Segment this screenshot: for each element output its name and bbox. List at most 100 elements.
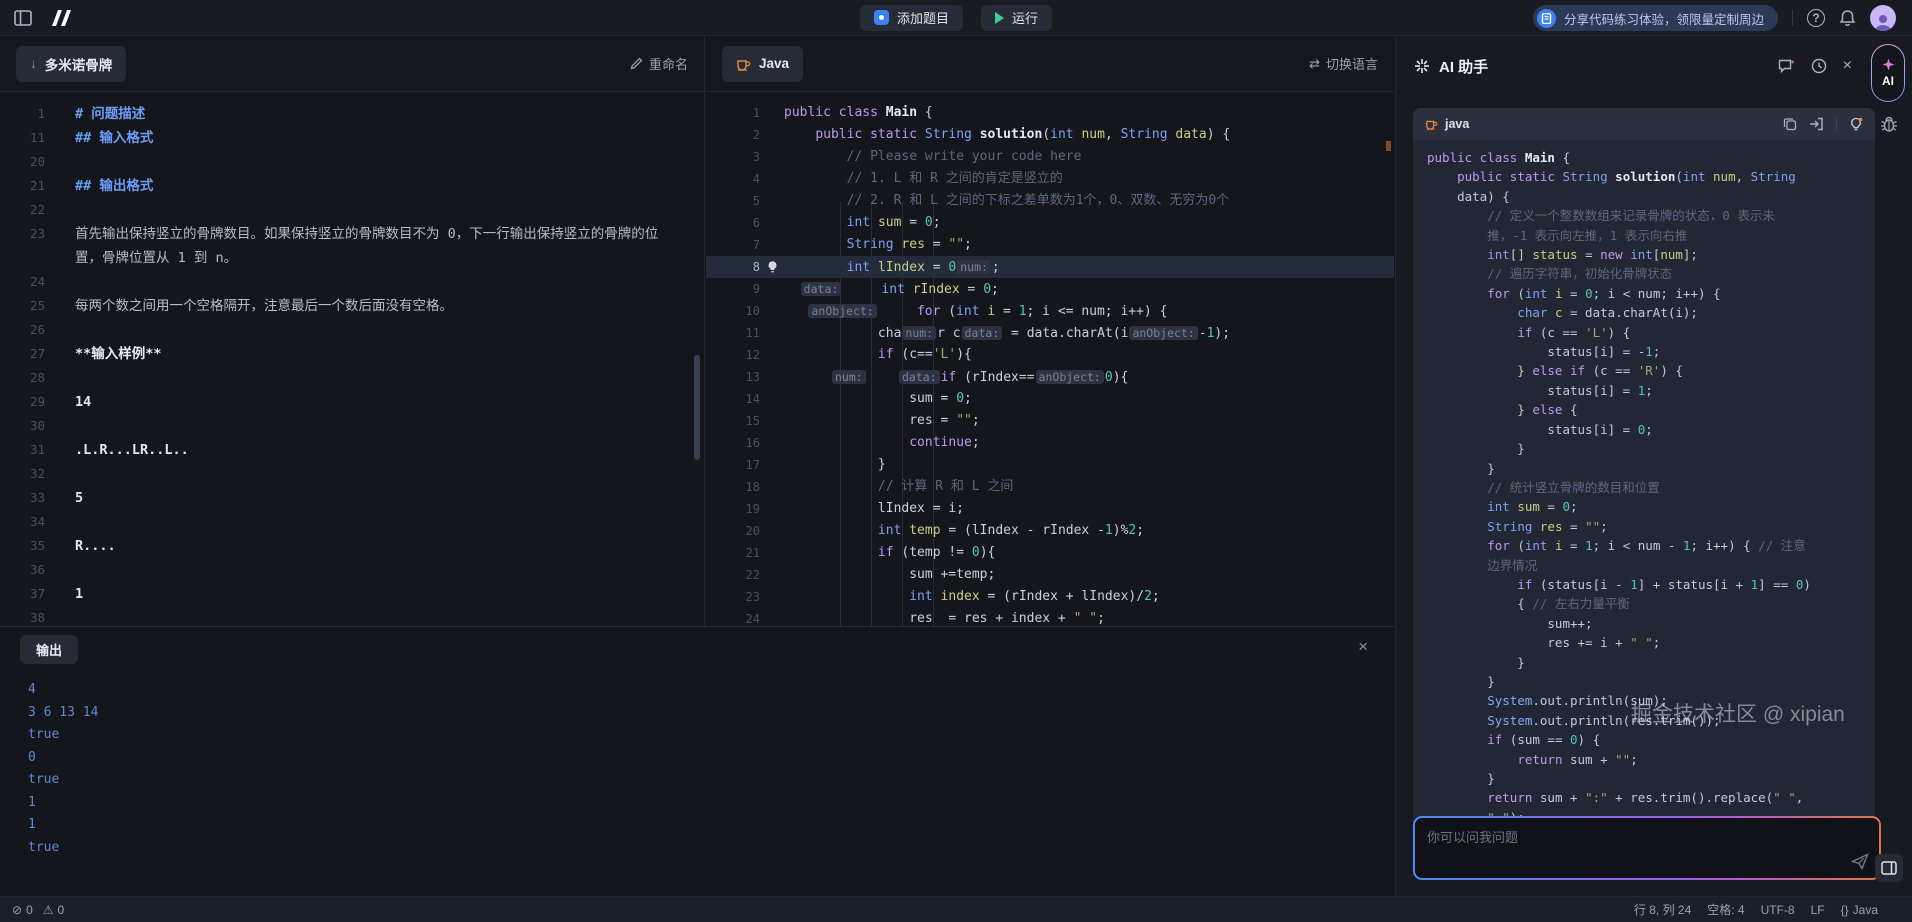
gutter — [760, 366, 784, 388]
md-line: 26 — [0, 318, 704, 342]
ai-code-line: } else if (c == 'R') { — [1427, 361, 1875, 380]
md-line: 22 — [0, 198, 704, 222]
code-line: 23 int index = (rIndex + lIndex)/2; — [706, 586, 1394, 608]
code-text: anObject: for (int i = 1; i <= num; i++)… — [784, 300, 1394, 322]
output-close-icon[interactable]: × — [1358, 637, 1368, 657]
gutter — [760, 190, 784, 212]
inlay-hint: anObject: — [1129, 326, 1197, 340]
inlay-hint: num: — [902, 326, 936, 340]
ai-code-line: System.out.println(res.trim()); — [1427, 711, 1875, 730]
md-text — [75, 366, 675, 390]
code-line: 16 continue; — [706, 432, 1394, 454]
problem-scrollbar[interactable] — [694, 355, 700, 460]
gutter — [760, 102, 784, 124]
output-tab[interactable]: 输出 — [20, 635, 78, 664]
output-console[interactable]: 43 6 13 14true0true11true — [28, 679, 1384, 892]
encoding[interactable]: UTF-8 — [1761, 903, 1795, 917]
ai-close-icon[interactable]: × — [1843, 57, 1852, 75]
new-chat-icon[interactable] — [1778, 58, 1795, 74]
inlay-hint: num: — [832, 370, 866, 384]
line-number: 15 — [706, 410, 760, 432]
eol-type[interactable]: LF — [1811, 903, 1825, 917]
code-text: res = res + index + " "; — [784, 608, 1394, 626]
ai-code-line: 推，-1 表示向左推，1 表示向右推 — [1427, 226, 1875, 245]
gutter — [760, 564, 784, 586]
errors-indicator[interactable]: ⊘ 0 — [12, 903, 33, 917]
error-count: 0 — [26, 903, 33, 917]
indentation[interactable]: 空格: 4 — [1707, 901, 1744, 918]
md-text: 5 — [75, 486, 675, 510]
code-text: int lIndex = 0num:; — [784, 256, 1394, 278]
ai-assistant-panel: AI 助手 × java — [1395, 36, 1912, 896]
line-number: 11 — [706, 322, 760, 344]
cursor-position[interactable]: 行 8, 列 24 — [1634, 901, 1691, 918]
ai-code-line: 边界情况 — [1427, 556, 1875, 575]
tab-java[interactable]: Java — [722, 46, 803, 82]
code-line: 18 // 计算 R 和 L 之间 — [706, 476, 1394, 498]
java-editor[interactable]: 1public class Main {2 public static Stri… — [706, 92, 1394, 626]
tab-problem[interactable]: ↓ 多米诺骨牌 — [16, 46, 126, 82]
line-number: 22 — [0, 198, 45, 222]
ai-code-line: System.out.println(sum); — [1427, 691, 1875, 710]
line-number: 24 — [0, 270, 45, 294]
ai-toggle-button[interactable]: AI — [1871, 44, 1905, 102]
md-text — [75, 558, 675, 582]
code-text: } — [784, 454, 1394, 476]
sidebar-toggle-icon[interactable] — [14, 10, 32, 26]
line-number: 36 — [0, 558, 45, 582]
ai-code-card: java public class Main { — [1413, 108, 1875, 844]
topbar-divider — [1792, 10, 1793, 26]
error-icon: ⊘ — [12, 903, 22, 917]
add-question-button[interactable]: 添加题目 — [860, 5, 963, 31]
gutter — [760, 542, 784, 564]
history-icon[interactable] — [1811, 58, 1827, 74]
ai-code-line: int sum = 0; — [1427, 497, 1875, 516]
warnings-indicator[interactable]: ⚠ 0 — [43, 903, 64, 917]
ai-chat-input[interactable]: 你可以问我问题 — [1413, 816, 1881, 880]
problem-editor[interactable]: 1# 问题描述11## 输入格式2021## 输出格式2223首先输出保持竖立的… — [0, 92, 704, 626]
problem-panel-header: ↓ 多米诺骨牌 重命名 — [0, 36, 704, 92]
bug-icon[interactable] — [1879, 114, 1899, 134]
app-logo-icon[interactable] — [48, 8, 72, 28]
panel-toggle-icon[interactable] — [1875, 854, 1903, 882]
ai-code-line: // 定义一个整数数组来记录骨牌的状态，0 表示未 — [1427, 206, 1875, 225]
line-number: 24 — [706, 608, 760, 626]
lightbulb-icon[interactable] — [1849, 117, 1863, 132]
copy-icon[interactable] — [1783, 117, 1797, 131]
ai-code-block[interactable]: public class Main { public static String… — [1413, 140, 1875, 844]
ai-code-line: } — [1427, 439, 1875, 458]
line-number: 10 — [706, 300, 760, 322]
line-number: 35 — [0, 534, 45, 558]
md-line: 28 — [0, 366, 704, 390]
topbar: 添加题目 运行 分享代码练习体验，领限量定制周边 ? — [0, 0, 1912, 36]
help-icon[interactable]: ? — [1807, 9, 1825, 27]
md-line: 27**输入样例** — [0, 342, 704, 366]
line-number: 1 — [706, 102, 760, 124]
insert-code-icon[interactable] — [1809, 117, 1824, 131]
language-mode[interactable]: {} Java — [1841, 903, 1878, 917]
ai-code-line: char c = data.charAt(i); — [1427, 303, 1875, 322]
overview-ruler-mark — [1386, 141, 1391, 151]
ai-code-line: } — [1427, 672, 1875, 691]
avatar[interactable] — [1870, 5, 1896, 31]
rename-button[interactable]: 重命名 — [630, 54, 688, 73]
promo-banner[interactable]: 分享代码练习体验，领限量定制周边 — [1533, 5, 1778, 31]
switch-language-button[interactable]: ⇄ 切换语言 — [1309, 54, 1378, 73]
code-line: 10 anObject: for (int i = 1; i <= num; i… — [706, 300, 1394, 322]
problem-tab-label: 多米诺骨牌 — [45, 54, 113, 74]
line-number: 28 — [0, 366, 45, 390]
code-text: data: int rIndex = 0; — [784, 278, 1394, 300]
problem-panel: ↓ 多米诺骨牌 重命名 1# 问题描述11## 输入格式2021## 输出格式2… — [0, 36, 705, 626]
line-number: 14 — [706, 388, 760, 410]
md-line: 2914 — [0, 390, 704, 414]
bell-icon[interactable] — [1839, 9, 1856, 27]
code-text: // 1. L 和 R 之间的肯定是竖立的 — [784, 168, 1394, 190]
line-number: 30 — [0, 414, 45, 438]
line-number: 23 — [0, 222, 45, 270]
run-button[interactable]: 运行 — [981, 5, 1052, 31]
code-text: int index = (rIndex + lIndex)/2; — [784, 586, 1394, 608]
send-icon[interactable] — [1851, 853, 1869, 870]
ai-code-line: status[i] = -1; — [1427, 342, 1875, 361]
code-text: // 计算 R 和 L 之间 — [784, 476, 1394, 498]
gutter — [760, 608, 784, 626]
